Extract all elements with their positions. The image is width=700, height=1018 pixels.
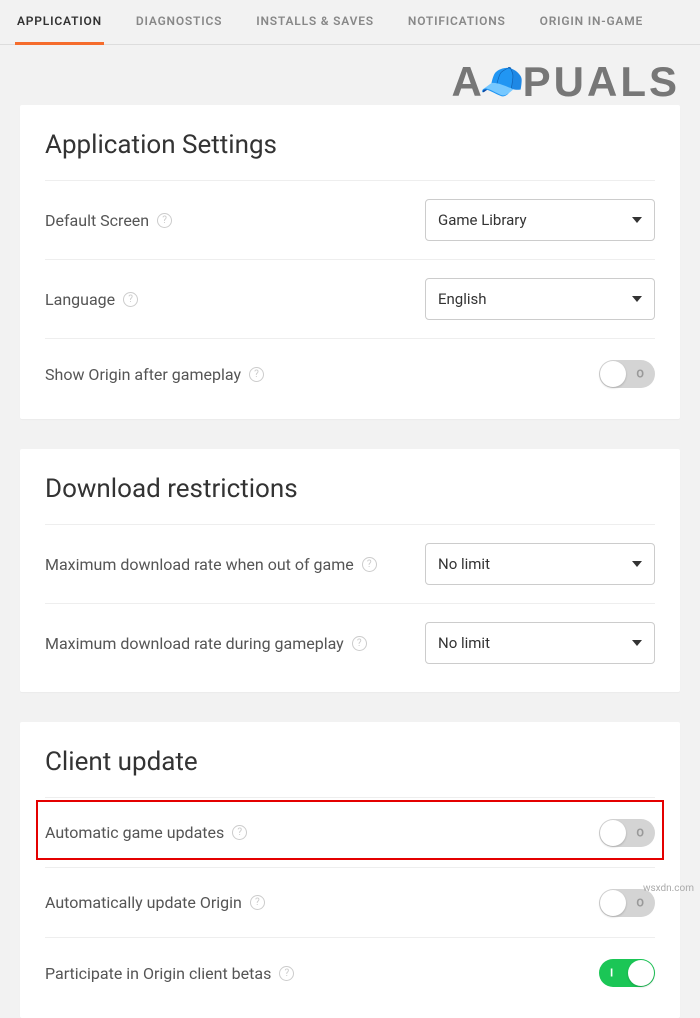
auto-game-updates-row: Automatic game updates ? O: [45, 798, 655, 868]
participate-betas-toggle[interactable]: I: [599, 959, 655, 987]
help-icon[interactable]: ?: [249, 367, 264, 382]
client-update-title: Client update: [45, 747, 655, 798]
participate-betas-row: Participate in Origin client betas ? I: [45, 938, 655, 1008]
tab-application[interactable]: APPLICATION: [15, 0, 104, 45]
language-row: Language ? English: [45, 260, 655, 339]
max-download-during-select[interactable]: No limit: [425, 622, 655, 664]
auto-game-updates-label: Automatic game updates ?: [45, 823, 247, 842]
max-download-during-label: Maximum download rate during gameplay ?: [45, 634, 367, 653]
help-icon[interactable]: ?: [362, 557, 377, 572]
tab-installs[interactable]: INSTALLS & SAVES: [254, 0, 376, 45]
help-icon[interactable]: ?: [250, 895, 265, 910]
download-restrictions-card: Download restrictions Maximum download r…: [20, 449, 680, 692]
auto-update-origin-row: Automatically update Origin ? O: [45, 868, 655, 938]
chevron-down-icon: [632, 296, 642, 302]
auto-game-updates-toggle[interactable]: O: [599, 819, 655, 847]
help-icon[interactable]: ?: [279, 966, 294, 981]
chevron-down-icon: [632, 217, 642, 223]
chevron-down-icon: [632, 640, 642, 646]
max-download-out-label: Maximum download rate when out of game ?: [45, 555, 377, 574]
tab-notifications[interactable]: NOTIFICATIONS: [406, 0, 508, 45]
application-settings-card: Application Settings Default Screen ? Ga…: [20, 105, 680, 419]
client-update-card: Client update Automatic game updates ? O…: [20, 722, 680, 1018]
help-icon[interactable]: ?: [352, 636, 367, 651]
show-origin-row: Show Origin after gameplay ? O: [45, 339, 655, 409]
download-restrictions-title: Download restrictions: [45, 474, 655, 525]
help-icon[interactable]: ?: [232, 825, 247, 840]
language-label: Language ?: [45, 290, 138, 309]
default-screen-select[interactable]: Game Library: [425, 199, 655, 241]
tab-bar: APPLICATION DIAGNOSTICS INSTALLS & SAVES…: [0, 0, 700, 45]
application-settings-title: Application Settings: [45, 130, 655, 181]
content-area: Application Settings Default Screen ? Ga…: [0, 45, 700, 1018]
max-download-during-row: Maximum download rate during gameplay ? …: [45, 604, 655, 682]
help-icon[interactable]: ?: [157, 213, 172, 228]
default-screen-label: Default Screen ?: [45, 211, 172, 230]
language-select[interactable]: English: [425, 278, 655, 320]
chevron-down-icon: [632, 561, 642, 567]
max-download-out-select[interactable]: No limit: [425, 543, 655, 585]
participate-betas-label: Participate in Origin client betas ?: [45, 964, 294, 983]
default-screen-row: Default Screen ? Game Library: [45, 181, 655, 260]
tab-diagnostics[interactable]: DIAGNOSTICS: [134, 0, 224, 45]
tab-origin-ingame[interactable]: ORIGIN IN-GAME: [538, 0, 645, 45]
show-origin-label: Show Origin after gameplay ?: [45, 365, 264, 384]
footer-watermark: wsxdn.com: [643, 883, 694, 894]
help-icon[interactable]: ?: [123, 292, 138, 307]
show-origin-toggle[interactable]: O: [599, 360, 655, 388]
max-download-out-row: Maximum download rate when out of game ?…: [45, 525, 655, 604]
